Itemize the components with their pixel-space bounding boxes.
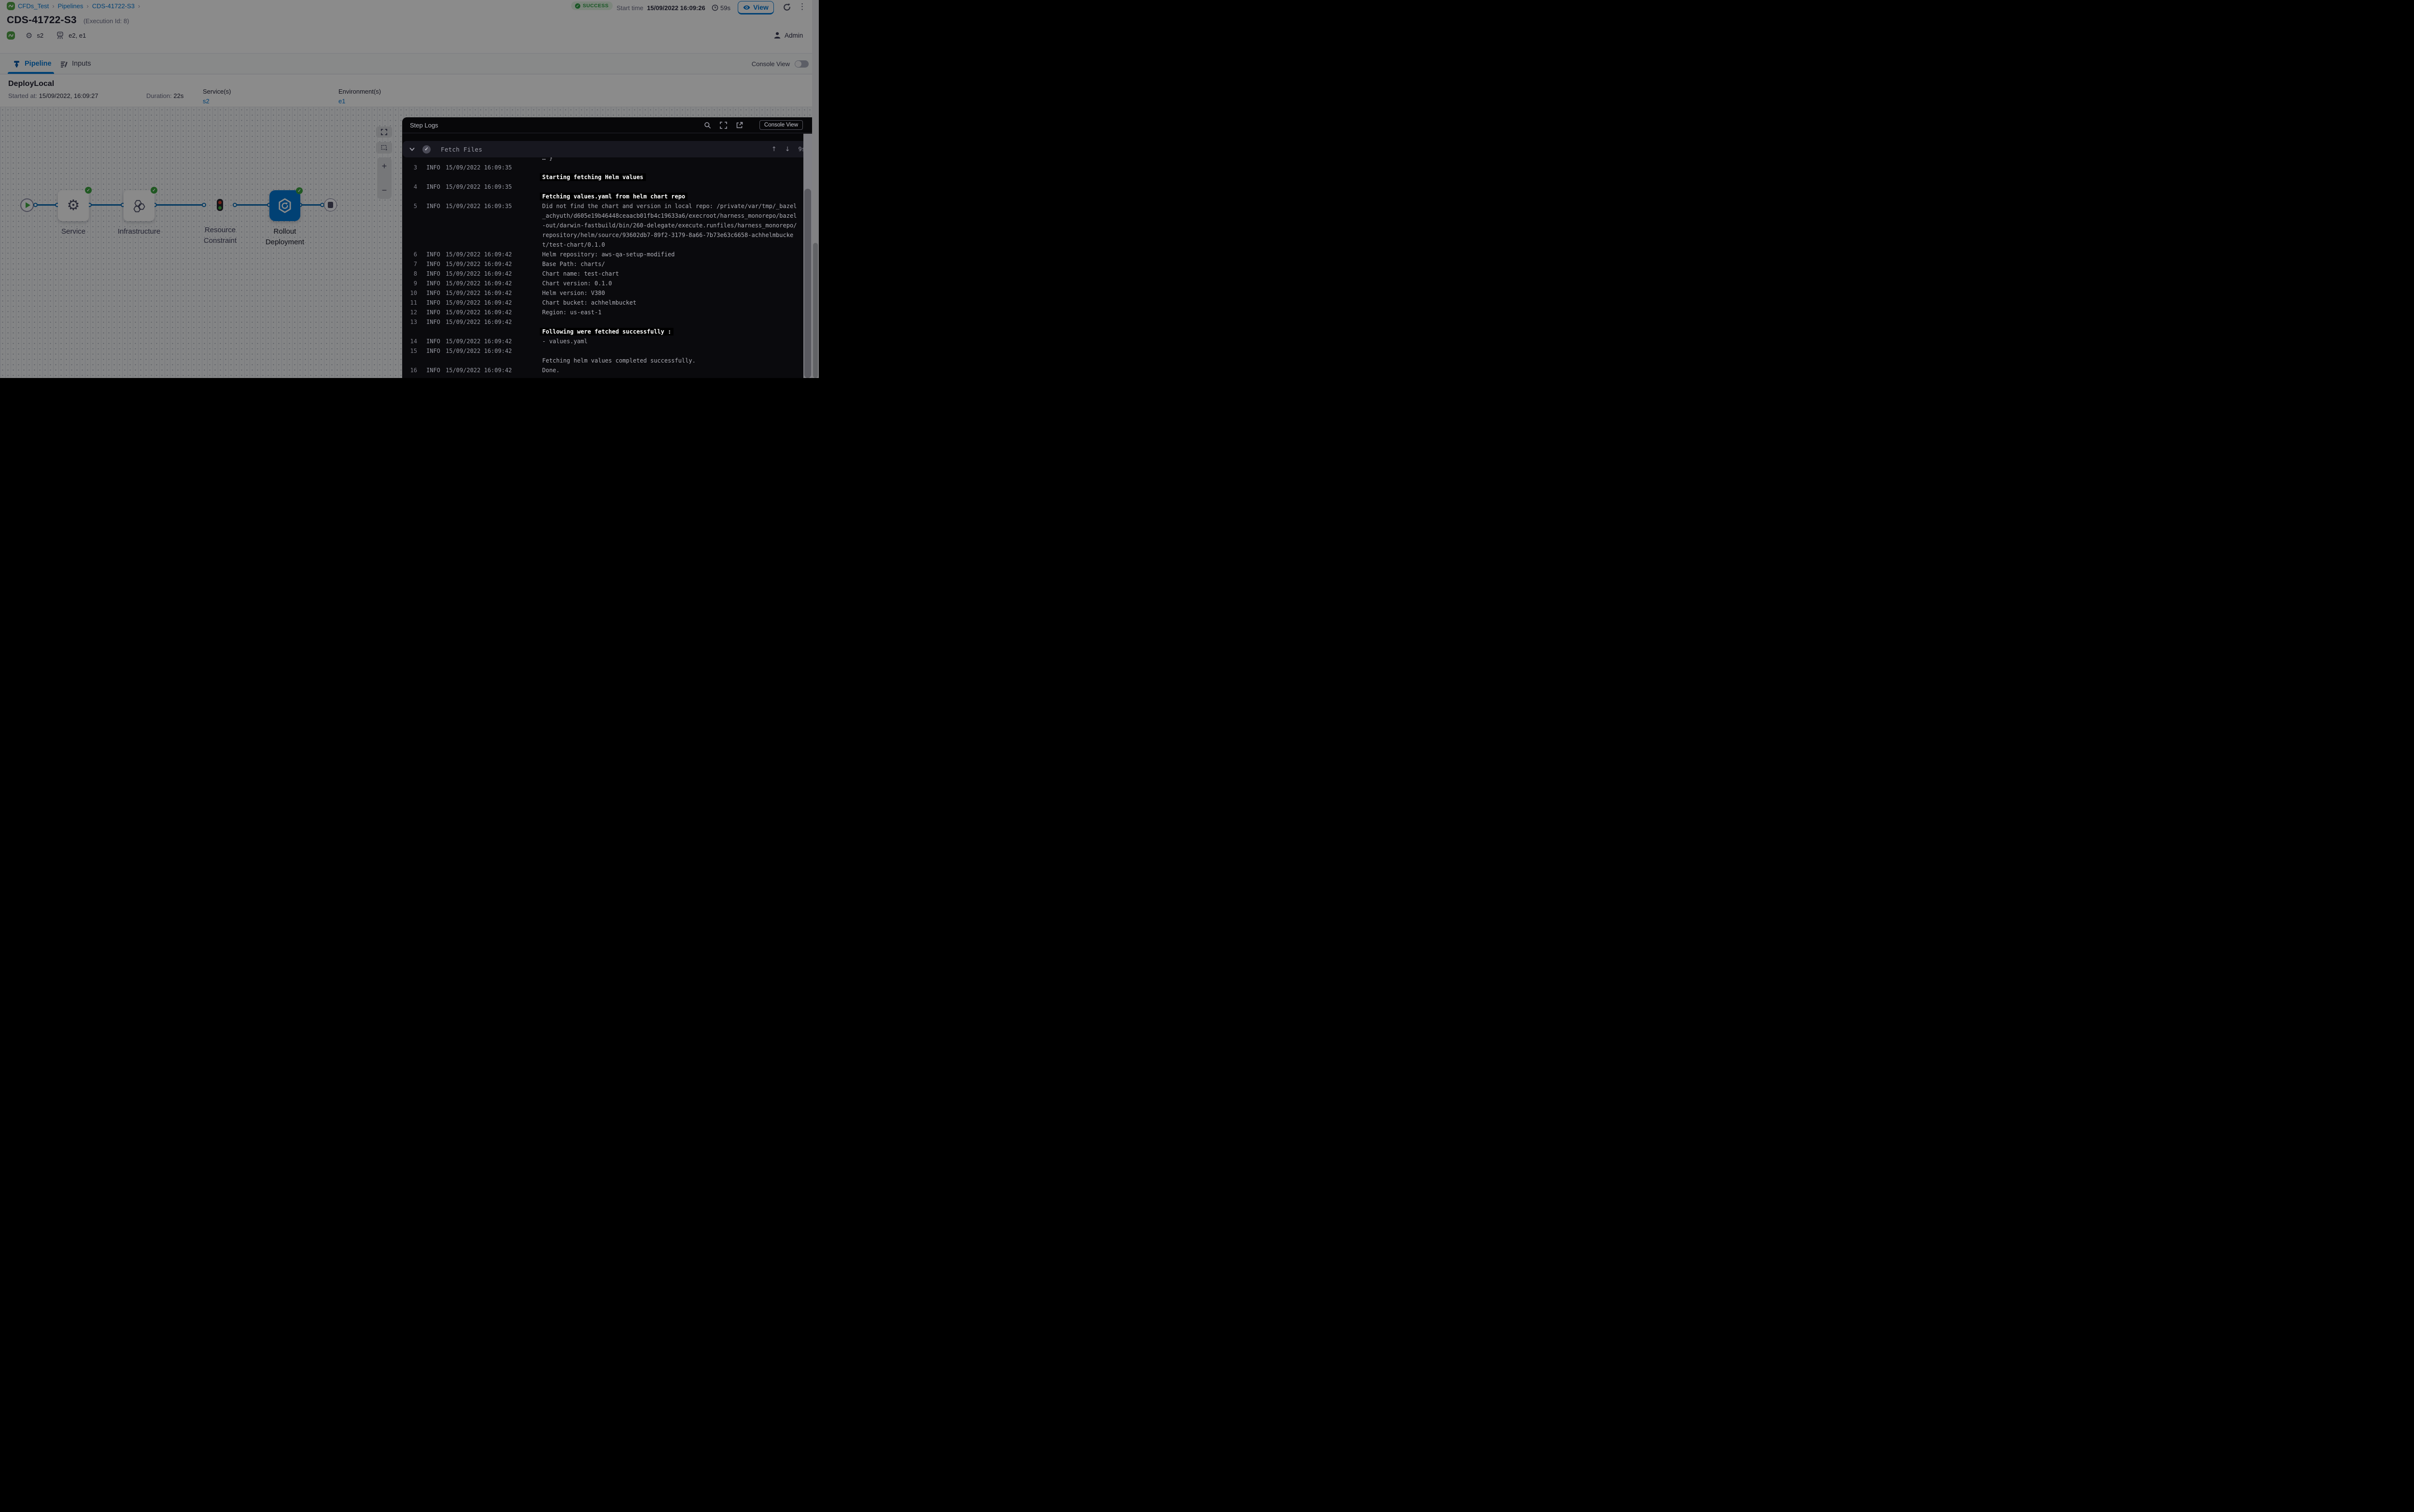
- log-row: 7INFO15/09/2022 16:09:42Base Path: chart…: [402, 259, 803, 269]
- log-message: - values.yaml: [542, 336, 797, 346]
- chevron-down-icon[interactable]: [409, 146, 415, 153]
- log-row: 12INFO15/09/2022 16:09:42Region: us-east…: [402, 308, 803, 317]
- log-row: 5INFO15/09/2022 16:09:35Did not find the…: [402, 201, 803, 250]
- log-row: 14INFO15/09/2022 16:09:42- values.yaml: [402, 336, 803, 346]
- log-message: Base Path: charts/: [542, 259, 797, 269]
- log-panel-scrollbar[interactable]: [803, 134, 812, 378]
- open-in-new-icon[interactable]: [736, 122, 743, 129]
- app-screen: CFDs_Test › Pipelines › CDS-41722-S3 › C…: [0, 0, 819, 378]
- expand-icon[interactable]: [720, 122, 727, 129]
- log-lines[interactable]: … } 3INFO15/09/2022 16:09:35 Starting fe…: [402, 157, 803, 378]
- step-logs-drawer: Step Logs Console View ✓ Fetch Files: [402, 117, 812, 378]
- log-row: 6INFO15/09/2022 16:09:42Helm repository:…: [402, 250, 803, 259]
- log-message: Done.: [542, 365, 797, 375]
- log-row: 13INFO15/09/2022 16:09:42 Following were…: [402, 317, 803, 336]
- log-row: 11INFO15/09/2022 16:09:42Chart bucket: a…: [402, 298, 803, 308]
- log-message: Starting fetching Helm values: [542, 163, 797, 182]
- log-row: 10INFO15/09/2022 16:09:42Helm version: V…: [402, 288, 803, 298]
- log-message: Following were fetched successfully :: [542, 317, 797, 336]
- log-message: Chart bucket: achhelmbucket: [542, 298, 797, 308]
- log-row: 3INFO15/09/2022 16:09:35 Starting fetchi…: [402, 163, 803, 182]
- log-message: Region: us-east-1: [542, 308, 797, 317]
- log-panel-scrollbar-thumb[interactable]: [804, 189, 811, 378]
- log-partial-text: … }: [542, 157, 797, 163]
- log-message: Helm repository: aws-qa-setup-modified: [542, 250, 797, 259]
- log-row: 16INFO15/09/2022 16:09:42Done.: [402, 365, 803, 375]
- search-icon[interactable]: [704, 122, 711, 129]
- scroll-up-icon[interactable]: ↑: [772, 146, 777, 153]
- step-logs-title: Step Logs: [410, 122, 438, 129]
- log-row-partial: … }: [402, 157, 803, 163]
- step-log-section-header[interactable]: ✓ Fetch Files ↑ ↓ 9s: [403, 141, 812, 157]
- log-message: Fetching helm values completed successfu…: [542, 346, 797, 365]
- scroll-down-icon[interactable]: ↓: [785, 146, 790, 153]
- step-success-icon: ✓: [422, 145, 431, 154]
- log-message: Chart name: test-chart: [542, 269, 797, 279]
- log-message: Chart version: 0.1.0: [542, 279, 797, 288]
- console-view-button[interactable]: Console View: [759, 120, 803, 130]
- log-row: 9INFO15/09/2022 16:09:42Chart version: 0…: [402, 279, 803, 288]
- log-message: Helm version: V380: [542, 288, 797, 298]
- log-row: 8INFO15/09/2022 16:09:42Chart name: test…: [402, 269, 803, 279]
- step-name: Fetch Files: [441, 146, 482, 153]
- step-logs-header: Step Logs Console View: [402, 117, 812, 133]
- log-message: Fetching values.yaml from helm chart rep…: [542, 182, 797, 201]
- log-row: 15INFO15/09/2022 16:09:42 Fetching helm …: [402, 346, 803, 365]
- log-message: Did not find the chart and version in lo…: [542, 201, 797, 250]
- log-row: 4INFO15/09/2022 16:09:35 Fetching values…: [402, 182, 803, 201]
